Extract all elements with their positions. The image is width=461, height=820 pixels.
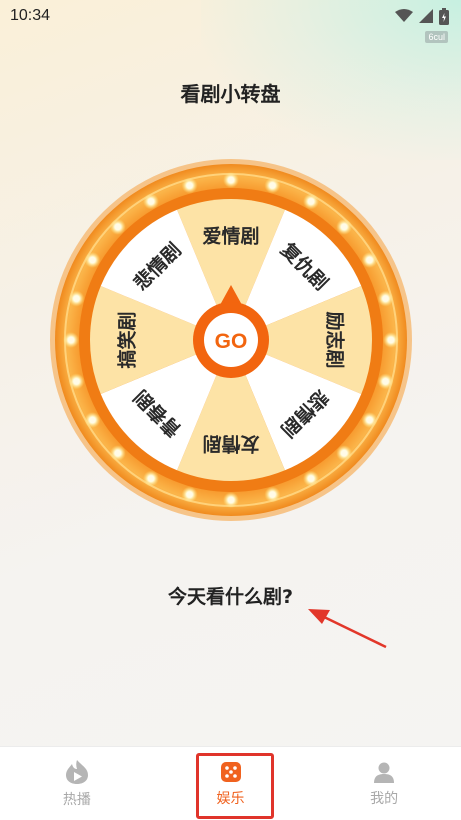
spin-wheel[interactable]: 爱情剧 复仇剧 励志剧 悲情剧 友情剧 青春剧 搞笑剧 悲情剧 GO xyxy=(49,158,413,522)
page-title: 看剧小转盘 xyxy=(180,82,281,106)
wheel-light xyxy=(307,198,315,205)
wheel-light xyxy=(227,176,235,184)
wheel-light xyxy=(382,378,389,385)
tab-mine[interactable]: 我的 xyxy=(307,747,461,820)
wheel-light xyxy=(366,256,373,264)
wheel-light xyxy=(340,449,348,457)
wifi-icon xyxy=(395,9,413,22)
wheel-segment-label: 励志剧 xyxy=(324,311,347,368)
wheel-light xyxy=(114,223,122,231)
question-text: 今天看什么剧? xyxy=(167,586,294,608)
wheel-light xyxy=(387,336,395,344)
wheel-light xyxy=(186,182,193,189)
status-bar: 10:34 xyxy=(0,0,461,32)
tab-entertainment-label: 娱乐 xyxy=(216,790,245,807)
wheel-light xyxy=(366,416,373,424)
wheel-light xyxy=(67,336,75,344)
tab-mine-label: 我的 xyxy=(370,790,399,807)
watermark-badge: 6cul xyxy=(425,31,448,43)
tab-hot[interactable]: 热播 xyxy=(0,747,154,820)
dice-icon xyxy=(220,761,241,782)
battery-icon xyxy=(439,7,449,25)
wheel-light xyxy=(89,416,96,424)
bottom-tab-bar: 热播 娱乐 我的 xyxy=(0,746,461,820)
play-flame-icon xyxy=(65,759,88,784)
wheel-light xyxy=(340,223,348,231)
wheel-light xyxy=(307,475,315,482)
signal-icon xyxy=(419,9,433,23)
annotation-arrow xyxy=(308,609,387,649)
wheel-light xyxy=(227,496,235,504)
wheel-segment-label: 爱情剧 xyxy=(202,225,259,248)
wheel-light xyxy=(89,256,96,264)
wheel-light xyxy=(147,475,155,482)
wheel-segment-label: 友情剧 xyxy=(202,433,259,456)
status-icons xyxy=(395,7,449,25)
wheel-light xyxy=(114,449,122,457)
tab-entertainment[interactable]: 娱乐 xyxy=(154,747,308,820)
wheel-light xyxy=(382,295,389,302)
wheel-light xyxy=(269,182,276,189)
go-label: GO xyxy=(215,330,248,353)
status-time: 10:34 xyxy=(10,7,51,24)
wheel-light xyxy=(147,198,155,205)
wheel-light xyxy=(73,295,80,302)
wheel-light xyxy=(73,378,80,385)
tab-hot-label: 热播 xyxy=(62,791,91,808)
wheel-light xyxy=(186,491,193,498)
person-icon xyxy=(374,762,395,783)
wheel-segment-label: 搞笑剧 xyxy=(116,311,139,368)
wheel-light xyxy=(269,491,276,498)
